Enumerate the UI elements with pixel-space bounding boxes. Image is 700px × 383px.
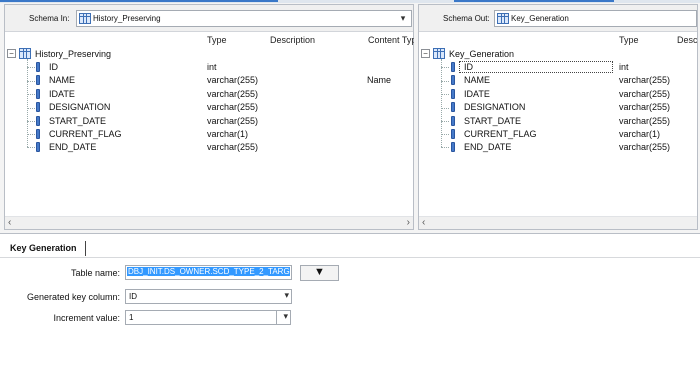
field-content-type: Name bbox=[367, 75, 392, 85]
field-type: int bbox=[619, 62, 629, 72]
field-name: NAME bbox=[464, 75, 491, 85]
chevron-down-icon[interactable]: ▾ bbox=[284, 290, 289, 301]
table-icon bbox=[497, 13, 509, 24]
schema-out-panel: Schema Out: Key_Generation Type Descr − … bbox=[418, 4, 698, 230]
field-name: CURRENT_FLAG bbox=[464, 129, 537, 139]
field-name: ID bbox=[464, 62, 473, 72]
column-icon bbox=[36, 62, 40, 72]
field-type: varchar(255) bbox=[207, 75, 259, 85]
field-type: varchar(255) bbox=[207, 142, 259, 152]
top-accent-left bbox=[0, 0, 278, 2]
col-header-description[interactable]: Description bbox=[270, 35, 315, 45]
field-name: NAME bbox=[49, 75, 76, 85]
top-accent-right bbox=[454, 0, 614, 2]
field-name: DESIGNATION bbox=[49, 102, 111, 112]
collapse-icon[interactable]: − bbox=[7, 49, 16, 58]
table-name-value: DBJ_INIT.DS_OWNER.SCD_TYPE_2_TARGET bbox=[127, 267, 290, 276]
table-icon bbox=[79, 13, 91, 24]
column-icon bbox=[36, 142, 40, 152]
table-icon bbox=[19, 48, 31, 59]
field-type: varchar(255) bbox=[207, 116, 259, 126]
field-name: START_DATE bbox=[464, 116, 522, 126]
scroll-left-icon[interactable]: ‹ bbox=[8, 217, 11, 228]
table-name-field[interactable]: DBJ_INIT.DS_OWNER.SCD_TYPE_2_TARGET bbox=[125, 265, 292, 280]
increment-stepper[interactable]: 1 ▾ bbox=[125, 310, 291, 325]
horizontal-scrollbar[interactable]: ‹ › bbox=[5, 216, 413, 229]
schema-in-panel: Schema In: History_Preserving ▾ Type Des… bbox=[4, 4, 414, 230]
col-header-type[interactable]: Type bbox=[619, 35, 639, 45]
key-column-label: Generated key column: bbox=[26, 292, 120, 302]
table-name-label: Table name: bbox=[70, 268, 120, 278]
column-icon bbox=[451, 129, 455, 139]
field-type: varchar(255) bbox=[619, 142, 671, 152]
schema-out-value: Key_Generation bbox=[511, 14, 569, 23]
field-type: varchar(255) bbox=[207, 89, 259, 99]
column-icon bbox=[451, 102, 455, 112]
field-name: END_DATE bbox=[464, 142, 512, 152]
column-icon bbox=[36, 89, 40, 99]
window-top-strip bbox=[0, 0, 700, 3]
field-name: END_DATE bbox=[49, 142, 97, 152]
schema-out-label: Schema Out: bbox=[443, 14, 490, 23]
field-type: varchar(255) bbox=[619, 89, 671, 99]
field-name: IDATE bbox=[464, 89, 490, 99]
schema-in-select[interactable]: History_Preserving ▾ bbox=[76, 10, 412, 27]
tree-root-label[interactable]: History_Preserving bbox=[35, 49, 111, 59]
increment-value: 1 bbox=[129, 313, 134, 322]
browse-table-button[interactable]: ▼ bbox=[300, 265, 339, 281]
column-icon bbox=[451, 116, 455, 126]
scroll-left-icon[interactable]: ‹ bbox=[422, 217, 425, 228]
scroll-right-icon[interactable]: › bbox=[407, 217, 410, 228]
field-type: varchar(255) bbox=[619, 75, 671, 85]
chevron-down-icon[interactable]: ▾ bbox=[283, 311, 288, 322]
column-icon bbox=[36, 75, 40, 85]
increment-label: Increment value: bbox=[53, 313, 120, 323]
field-type: varchar(255) bbox=[619, 102, 671, 112]
field-name: CURRENT_FLAG bbox=[49, 129, 122, 139]
field-type: varchar(255) bbox=[207, 102, 259, 112]
field-type: varchar(1) bbox=[619, 129, 661, 139]
col-header-description[interactable]: Descr bbox=[677, 35, 697, 45]
field-type: varchar(1) bbox=[207, 129, 249, 139]
schema-out-select[interactable]: Key_Generation bbox=[494, 10, 697, 27]
field-type: varchar(255) bbox=[619, 116, 671, 126]
field-name: IDATE bbox=[49, 89, 75, 99]
column-icon bbox=[451, 142, 455, 152]
field-name: DESIGNATION bbox=[464, 102, 526, 112]
properties-panel bbox=[0, 233, 700, 383]
schema-in-label: Schema In: bbox=[29, 14, 70, 23]
column-icon bbox=[36, 129, 40, 139]
column-icon bbox=[36, 102, 40, 112]
schema-in-value: History_Preserving bbox=[93, 14, 161, 23]
chevron-down-icon[interactable]: ▾ bbox=[397, 12, 409, 25]
col-header-type[interactable]: Type bbox=[207, 35, 227, 45]
tab-divider bbox=[85, 241, 86, 256]
field-name: ID bbox=[49, 62, 58, 72]
column-icon bbox=[451, 75, 455, 85]
field-name: START_DATE bbox=[49, 116, 107, 126]
horizontal-scrollbar[interactable]: ‹ bbox=[419, 216, 697, 229]
field-type: int bbox=[207, 62, 217, 72]
key-column-value: ID bbox=[129, 292, 137, 301]
tab-underline bbox=[0, 257, 700, 258]
col-header-content-type[interactable]: Content Typ bbox=[368, 35, 414, 45]
tree-root-label[interactable]: Key_Generation bbox=[449, 49, 514, 59]
column-icon bbox=[451, 89, 455, 99]
table-icon bbox=[433, 48, 445, 59]
selected-row-box bbox=[459, 61, 613, 73]
column-icon bbox=[36, 116, 40, 126]
key-column-select[interactable]: ID ▾ bbox=[125, 289, 292, 304]
collapse-icon[interactable]: − bbox=[421, 49, 430, 58]
column-icon bbox=[451, 62, 455, 72]
dropdown-arrow-icon: ▼ bbox=[314, 266, 325, 278]
